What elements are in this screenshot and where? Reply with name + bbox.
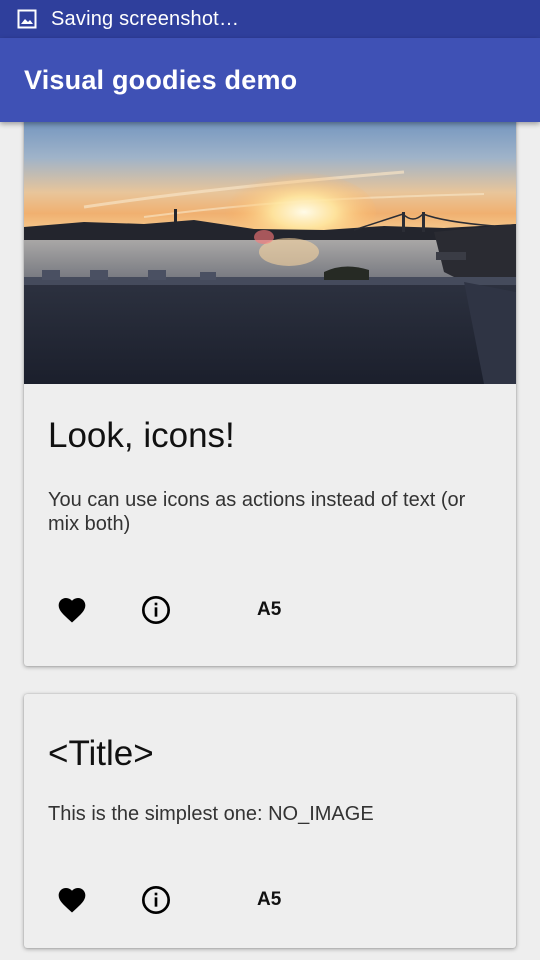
a5-action[interactable]: A5 xyxy=(257,599,281,621)
card-look-icons: Look, icons! You can use icons as action… xyxy=(24,122,516,666)
card-simple: <Title> This is the simplest one: NO_IMA… xyxy=(24,694,516,948)
card-title: <Title> xyxy=(48,734,154,773)
info-icon xyxy=(142,886,170,914)
app-title: Visual goodies demo xyxy=(24,64,298,95)
card-text: This is the simplest one: NO_IMAGE xyxy=(48,803,374,825)
card-list[interactable]: Look, icons! You can use icons as action… xyxy=(0,122,540,960)
heart-icon xyxy=(58,888,86,913)
favorite-button[interactable] xyxy=(52,880,92,920)
image-icon xyxy=(17,9,37,29)
status-bar: Saving screenshot… xyxy=(0,0,540,38)
card-title: Look, icons! xyxy=(48,416,235,455)
status-text: Saving screenshot… xyxy=(51,7,240,30)
heart-icon xyxy=(58,598,86,623)
a5-action[interactable]: A5 xyxy=(257,889,281,911)
info-icon xyxy=(142,596,170,624)
info-button[interactable] xyxy=(136,880,176,920)
app-bar: Visual goodies demo xyxy=(0,38,540,122)
info-button[interactable] xyxy=(136,590,176,630)
sunset-photo xyxy=(24,122,516,384)
favorite-button[interactable] xyxy=(52,590,92,630)
card-text: You can use icons as actions instead of … xyxy=(48,489,466,535)
